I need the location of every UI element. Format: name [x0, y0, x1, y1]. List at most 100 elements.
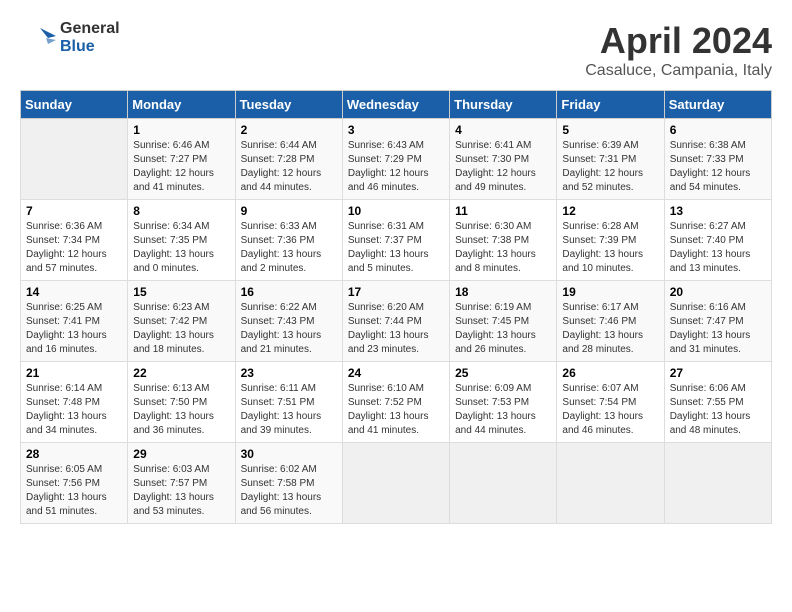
calendar-day-cell: 2 Sunrise: 6:44 AMSunset: 7:28 PMDayligh… — [235, 119, 342, 200]
calendar-day-cell — [557, 443, 664, 524]
day-info: Sunrise: 6:44 AMSunset: 7:28 PMDaylight:… — [241, 139, 337, 195]
calendar-day-cell: 29 Sunrise: 6:03 AMSunset: 7:57 PMDaylig… — [128, 443, 235, 524]
calendar-day-cell: 24 Sunrise: 6:10 AMSunset: 7:52 PMDaylig… — [342, 362, 449, 443]
calendar-header-cell: Monday — [128, 91, 235, 119]
day-number: 15 — [133, 285, 229, 299]
day-info: Sunrise: 6:38 AMSunset: 7:33 PMDaylight:… — [670, 139, 766, 195]
day-info: Sunrise: 6:46 AMSunset: 7:27 PMDaylight:… — [133, 139, 229, 195]
calendar-header-row: SundayMondayTuesdayWednesdayThursdayFrid… — [21, 91, 772, 119]
calendar-day-cell: 28 Sunrise: 6:05 AMSunset: 7:56 PMDaylig… — [21, 443, 128, 524]
day-number: 2 — [241, 123, 337, 137]
calendar-day-cell: 26 Sunrise: 6:07 AMSunset: 7:54 PMDaylig… — [557, 362, 664, 443]
calendar-day-cell: 17 Sunrise: 6:20 AMSunset: 7:44 PMDaylig… — [342, 281, 449, 362]
day-info: Sunrise: 6:30 AMSunset: 7:38 PMDaylight:… — [455, 220, 551, 276]
day-info: Sunrise: 6:05 AMSunset: 7:56 PMDaylight:… — [26, 463, 122, 519]
day-number: 23 — [241, 366, 337, 380]
day-number: 10 — [348, 204, 444, 218]
day-info: Sunrise: 6:28 AMSunset: 7:39 PMDaylight:… — [562, 220, 658, 276]
day-info: Sunrise: 6:41 AMSunset: 7:30 PMDaylight:… — [455, 139, 551, 195]
calendar-header-cell: Wednesday — [342, 91, 449, 119]
calendar-day-cell: 4 Sunrise: 6:41 AMSunset: 7:30 PMDayligh… — [450, 119, 557, 200]
calendar-day-cell: 9 Sunrise: 6:33 AMSunset: 7:36 PMDayligh… — [235, 200, 342, 281]
logo-bird-icon — [20, 20, 56, 56]
day-info: Sunrise: 6:17 AMSunset: 7:46 PMDaylight:… — [562, 301, 658, 357]
calendar-day-cell: 23 Sunrise: 6:11 AMSunset: 7:51 PMDaylig… — [235, 362, 342, 443]
day-number: 1 — [133, 123, 229, 137]
calendar-day-cell: 11 Sunrise: 6:30 AMSunset: 7:38 PMDaylig… — [450, 200, 557, 281]
calendar-header-cell: Friday — [557, 91, 664, 119]
calendar-day-cell — [342, 443, 449, 524]
day-number: 30 — [241, 447, 337, 461]
calendar-day-cell: 30 Sunrise: 6:02 AMSunset: 7:58 PMDaylig… — [235, 443, 342, 524]
calendar-day-cell: 15 Sunrise: 6:23 AMSunset: 7:42 PMDaylig… — [128, 281, 235, 362]
day-info: Sunrise: 6:27 AMSunset: 7:40 PMDaylight:… — [670, 220, 766, 276]
day-number: 16 — [241, 285, 337, 299]
calendar-day-cell: 18 Sunrise: 6:19 AMSunset: 7:45 PMDaylig… — [450, 281, 557, 362]
day-number: 4 — [455, 123, 551, 137]
day-number: 14 — [26, 285, 122, 299]
day-info: Sunrise: 6:07 AMSunset: 7:54 PMDaylight:… — [562, 382, 658, 438]
day-number: 6 — [670, 123, 766, 137]
calendar-day-cell — [21, 119, 128, 200]
calendar-day-cell: 1 Sunrise: 6:46 AMSunset: 7:27 PMDayligh… — [128, 119, 235, 200]
calendar-day-cell — [664, 443, 771, 524]
calendar-day-cell: 8 Sunrise: 6:34 AMSunset: 7:35 PMDayligh… — [128, 200, 235, 281]
calendar-day-cell: 6 Sunrise: 6:38 AMSunset: 7:33 PMDayligh… — [664, 119, 771, 200]
calendar-week-row: 7 Sunrise: 6:36 AMSunset: 7:34 PMDayligh… — [21, 200, 772, 281]
day-number: 5 — [562, 123, 658, 137]
calendar-day-cell: 5 Sunrise: 6:39 AMSunset: 7:31 PMDayligh… — [557, 119, 664, 200]
calendar-day-cell: 19 Sunrise: 6:17 AMSunset: 7:46 PMDaylig… — [557, 281, 664, 362]
day-info: Sunrise: 6:19 AMSunset: 7:45 PMDaylight:… — [455, 301, 551, 357]
day-info: Sunrise: 6:02 AMSunset: 7:58 PMDaylight:… — [241, 463, 337, 519]
day-number: 27 — [670, 366, 766, 380]
day-number: 13 — [670, 204, 766, 218]
day-number: 28 — [26, 447, 122, 461]
day-info: Sunrise: 6:23 AMSunset: 7:42 PMDaylight:… — [133, 301, 229, 357]
calendar-week-row: 14 Sunrise: 6:25 AMSunset: 7:41 PMDaylig… — [21, 281, 772, 362]
calendar-week-row: 28 Sunrise: 6:05 AMSunset: 7:56 PMDaylig… — [21, 443, 772, 524]
calendar-day-cell — [450, 443, 557, 524]
day-number: 24 — [348, 366, 444, 380]
calendar-day-cell: 7 Sunrise: 6:36 AMSunset: 7:34 PMDayligh… — [21, 200, 128, 281]
calendar-header-cell: Thursday — [450, 91, 557, 119]
calendar-day-cell: 14 Sunrise: 6:25 AMSunset: 7:41 PMDaylig… — [21, 281, 128, 362]
subtitle: Casaluce, Campania, Italy — [585, 62, 772, 80]
main-title: April 2024 — [585, 20, 772, 62]
logo: General Blue — [20, 20, 120, 56]
day-info: Sunrise: 6:25 AMSunset: 7:41 PMDaylight:… — [26, 301, 122, 357]
day-info: Sunrise: 6:39 AMSunset: 7:31 PMDaylight:… — [562, 139, 658, 195]
calendar-day-cell: 27 Sunrise: 6:06 AMSunset: 7:55 PMDaylig… — [664, 362, 771, 443]
day-number: 9 — [241, 204, 337, 218]
page-header: General Blue April 2024 Casaluce, Campan… — [20, 20, 772, 80]
day-number: 17 — [348, 285, 444, 299]
calendar-day-cell: 25 Sunrise: 6:09 AMSunset: 7:53 PMDaylig… — [450, 362, 557, 443]
calendar-header-cell: Saturday — [664, 91, 771, 119]
day-number: 19 — [562, 285, 658, 299]
calendar-day-cell: 3 Sunrise: 6:43 AMSunset: 7:29 PMDayligh… — [342, 119, 449, 200]
calendar-header-cell: Tuesday — [235, 91, 342, 119]
day-info: Sunrise: 6:10 AMSunset: 7:52 PMDaylight:… — [348, 382, 444, 438]
logo-blue: Blue — [60, 38, 95, 55]
day-number: 3 — [348, 123, 444, 137]
day-info: Sunrise: 6:13 AMSunset: 7:50 PMDaylight:… — [133, 382, 229, 438]
day-number: 26 — [562, 366, 658, 380]
calendar-day-cell: 12 Sunrise: 6:28 AMSunset: 7:39 PMDaylig… — [557, 200, 664, 281]
day-info: Sunrise: 6:16 AMSunset: 7:47 PMDaylight:… — [670, 301, 766, 357]
day-number: 20 — [670, 285, 766, 299]
day-number: 18 — [455, 285, 551, 299]
day-info: Sunrise: 6:36 AMSunset: 7:34 PMDaylight:… — [26, 220, 122, 276]
day-number: 29 — [133, 447, 229, 461]
day-info: Sunrise: 6:06 AMSunset: 7:55 PMDaylight:… — [670, 382, 766, 438]
calendar-header-cell: Sunday — [21, 91, 128, 119]
day-info: Sunrise: 6:33 AMSunset: 7:36 PMDaylight:… — [241, 220, 337, 276]
calendar-day-cell: 21 Sunrise: 6:14 AMSunset: 7:48 PMDaylig… — [21, 362, 128, 443]
calendar-body: 1 Sunrise: 6:46 AMSunset: 7:27 PMDayligh… — [21, 119, 772, 524]
day-number: 12 — [562, 204, 658, 218]
calendar-table: SundayMondayTuesdayWednesdayThursdayFrid… — [20, 90, 772, 524]
day-number: 25 — [455, 366, 551, 380]
calendar-day-cell: 20 Sunrise: 6:16 AMSunset: 7:47 PMDaylig… — [664, 281, 771, 362]
day-number: 7 — [26, 204, 122, 218]
logo-general: General — [60, 20, 120, 37]
calendar-day-cell: 10 Sunrise: 6:31 AMSunset: 7:37 PMDaylig… — [342, 200, 449, 281]
day-info: Sunrise: 6:31 AMSunset: 7:37 PMDaylight:… — [348, 220, 444, 276]
